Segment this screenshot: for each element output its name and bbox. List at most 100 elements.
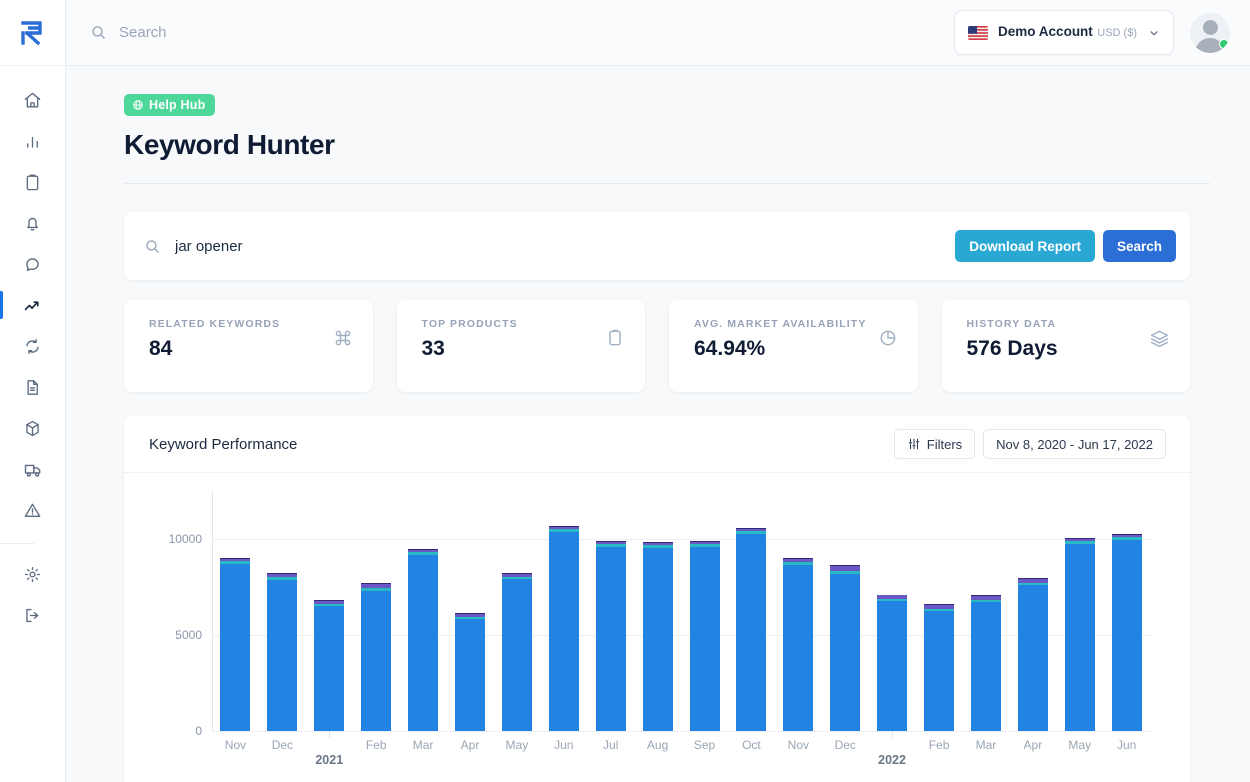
stacked-bar[interactable] (1111, 534, 1142, 731)
sidebar-item-analytics[interactable] (0, 121, 65, 162)
brand-logo[interactable] (0, 0, 65, 66)
bar-column[interactable] (1103, 491, 1150, 731)
document-icon (27, 380, 38, 395)
sidebar-item-alerts[interactable] (0, 203, 65, 244)
sidebar-item-issues[interactable] (0, 490, 65, 531)
bar-column[interactable] (306, 491, 353, 731)
bar-column[interactable] (916, 491, 963, 731)
chevron-down-icon (1150, 30, 1158, 35)
y-axis-tick-label: 10000 (168, 532, 202, 546)
x-axis-tick-label: Oct (742, 738, 761, 752)
bar-column[interactable] (963, 491, 1010, 731)
stat-card-top-products: TOP PRODUCTS 33 (396, 300, 645, 392)
account-text: Demo Account USD ($) (998, 23, 1137, 41)
sidebar-item-home[interactable] (0, 80, 65, 121)
bar-column[interactable] (493, 491, 540, 731)
stacked-bar[interactable] (736, 528, 767, 731)
bar-column[interactable] (212, 491, 259, 731)
global-search[interactable] (90, 24, 954, 41)
bar-segment-primary (454, 618, 485, 731)
bar-column[interactable] (400, 491, 447, 731)
chart-header: Keyword Performance Filters Nov 8, 2020 … (124, 416, 1190, 472)
stacked-bar[interactable] (267, 572, 298, 731)
status-badge (1219, 38, 1229, 49)
x-axis-tick-label: Mar (975, 738, 997, 752)
pie-chart-icon (878, 328, 898, 392)
chart-toolbar: Filters Nov 8, 2020 - Jun 17, 2022 (893, 429, 1166, 459)
date-range-picker[interactable]: Nov 8, 2020 - Jun 17, 2022 (983, 429, 1166, 459)
x-axis-tick-label: Dec (271, 738, 294, 752)
bar-column[interactable] (447, 491, 494, 731)
sidebar-item-settings[interactable] (0, 554, 65, 595)
avatar-head (1202, 19, 1218, 35)
x-axis-year-label: 2021 (315, 753, 344, 767)
bar-segment-primary (877, 601, 908, 731)
bar-column[interactable] (353, 491, 400, 731)
keyword-input[interactable] (175, 237, 956, 255)
sidebar-item-tasks[interactable] (0, 162, 65, 203)
help-hub-badge[interactable]: Help Hub (124, 94, 216, 116)
bar-column[interactable] (1009, 491, 1056, 731)
main-area: Demo Account USD ($) Help Hub Keyword Hu… (66, 0, 1250, 782)
stacked-bar[interactable] (689, 541, 720, 731)
stacked-bar[interactable] (924, 604, 955, 731)
sidebar-item-products[interactable] (0, 408, 65, 449)
sidebar-item-logout[interactable] (0, 595, 65, 636)
stacked-bar[interactable] (1017, 577, 1048, 731)
sidebar-item-keyword-hunter[interactable] (0, 285, 65, 326)
filters-button[interactable]: Filters (893, 429, 976, 459)
stat-value: 84 (149, 337, 173, 360)
sidebar-item-messages[interactable] (0, 244, 65, 285)
bar-column[interactable] (587, 491, 634, 731)
stat-card-history-data: HISTORY DATA 576 Days (941, 300, 1190, 392)
stacked-bar[interactable] (220, 557, 251, 731)
stacked-bar[interactable] (877, 594, 908, 731)
stacked-bar[interactable] (830, 565, 861, 731)
bar-column[interactable] (728, 491, 775, 731)
y-axis-tick-label: 5000 (175, 628, 202, 642)
bar-column[interactable] (1056, 491, 1103, 731)
gridline (212, 731, 1150, 732)
bar-column[interactable] (775, 491, 822, 731)
search-icon (92, 26, 105, 39)
stacked-bar[interactable] (361, 583, 392, 731)
bar-column[interactable] (540, 491, 587, 731)
bar-column[interactable] (259, 491, 306, 731)
bar-segment-primary (736, 534, 767, 731)
stacked-bar[interactable] (454, 613, 485, 731)
sidebar-item-shipping[interactable] (0, 449, 65, 490)
help-hub-badge-label: Help Hub (149, 98, 206, 112)
logout-icon (26, 608, 39, 623)
bar-segment-primary (595, 546, 626, 731)
stacked-bar[interactable] (595, 541, 626, 731)
stacked-bar[interactable] (314, 599, 345, 731)
avatar[interactable] (1190, 12, 1230, 53)
bar-chart-plot[interactable]: 0 5000 10000 Nov Dec Feb Mar Apr May Jun Jul Aug Sep… (124, 491, 1190, 767)
date-range-label: Nov 8, 2020 - Jun 17, 2022 (996, 436, 1153, 452)
stacked-bar[interactable] (642, 542, 673, 731)
x-axis-tick-label: May (1068, 738, 1092, 752)
stacked-bar[interactable] (783, 557, 814, 731)
bar-column[interactable] (869, 491, 916, 731)
bar-column[interactable] (822, 491, 869, 731)
bar-column[interactable] (681, 491, 728, 731)
sidebar-item-sync[interactable] (0, 326, 65, 367)
search-button[interactable]: Search (1102, 230, 1176, 262)
stacked-bar[interactable] (501, 573, 532, 731)
stacked-bar[interactable] (548, 526, 579, 731)
search-input[interactable] (119, 24, 519, 41)
trending-up-icon (24, 301, 39, 311)
bar-segment-primary (924, 611, 955, 731)
stacked-bar[interactable] (408, 549, 439, 731)
bar-column[interactable] (634, 491, 681, 731)
x-axis-tick-label: Aug (646, 738, 669, 752)
bar-segment-primary (267, 580, 298, 731)
account-selector[interactable]: Demo Account USD ($) (954, 10, 1174, 55)
filters-label: Filters (926, 436, 963, 452)
home-icon (24, 92, 41, 108)
stacked-bar[interactable] (1064, 537, 1095, 731)
stacked-bar[interactable] (970, 594, 1001, 731)
sidebar-item-reports[interactable] (0, 367, 65, 408)
sidebar (0, 0, 66, 782)
download-report-button[interactable]: Download Report (955, 230, 1095, 262)
